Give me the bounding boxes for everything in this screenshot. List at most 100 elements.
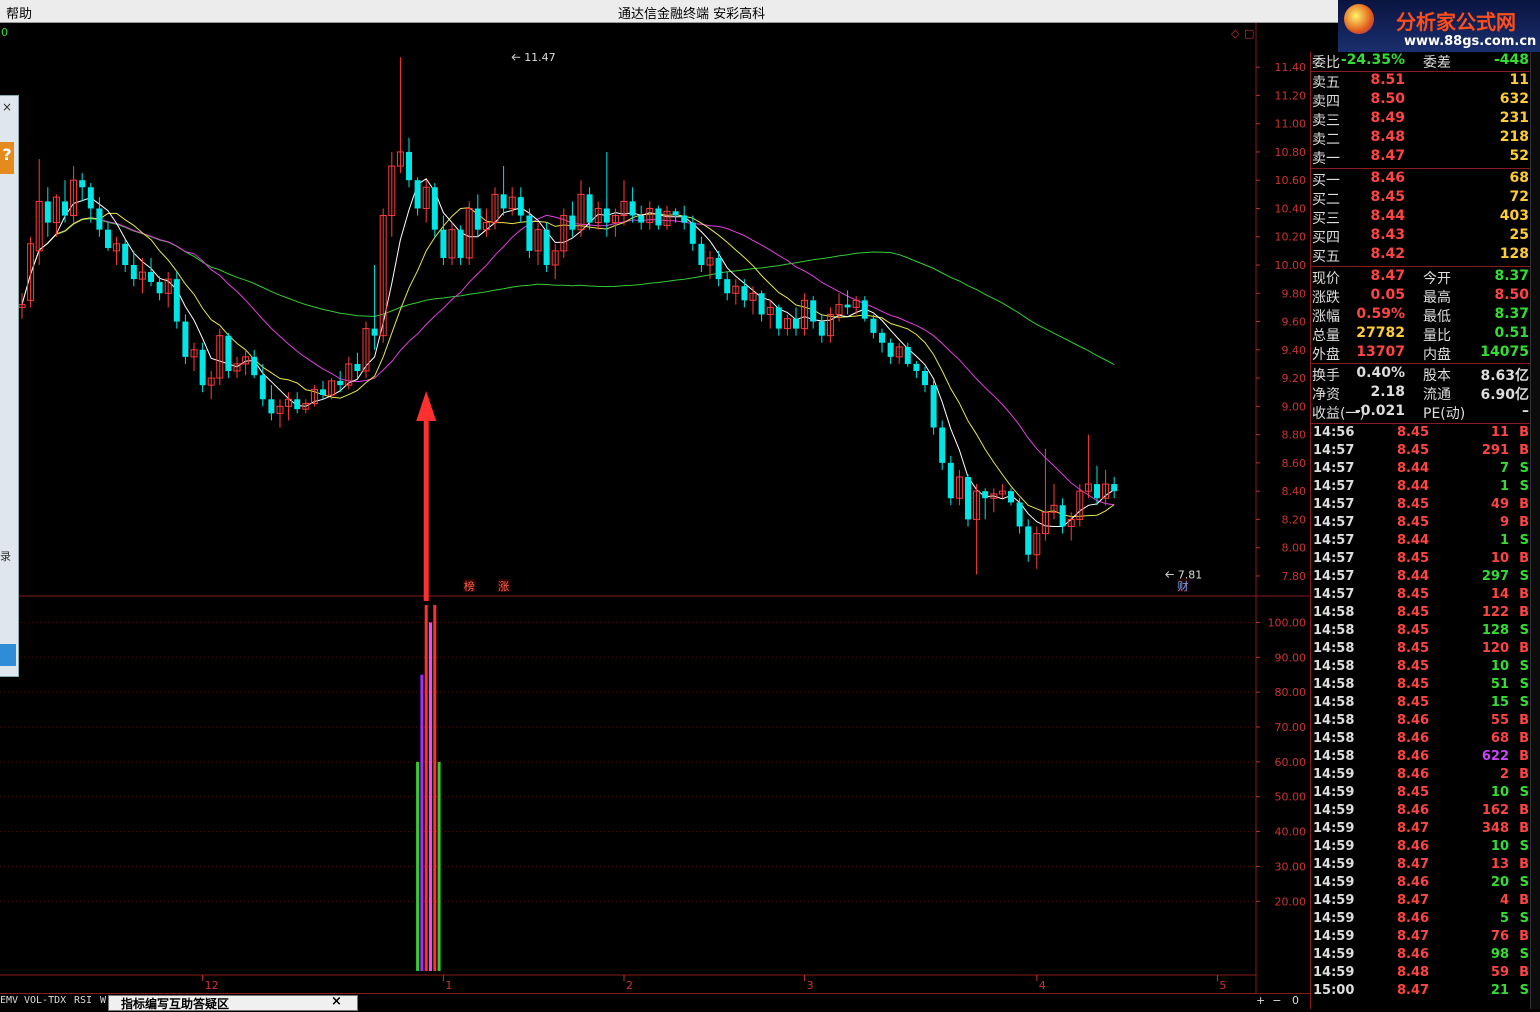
candle-body-down <box>474 208 481 230</box>
candle-body-down <box>457 229 464 258</box>
tab-vol-tdx[interactable]: VOL-TDX <box>24 995 66 1006</box>
sub-y-tick-label: 40.00 <box>1275 826 1307 839</box>
trade-row: 14:58 8.45 15 S <box>1311 695 1531 713</box>
trade-direction: S <box>1519 623 1529 638</box>
trade-price: 8.46 <box>1397 947 1430 962</box>
candle-body-down <box>1025 526 1032 555</box>
signal-arrow-head <box>416 391 437 421</box>
trade-volume: 297 <box>1481 569 1509 584</box>
candle-body-down <box>414 180 421 209</box>
sub-y-tick-label: 60.00 <box>1275 756 1307 769</box>
trade-time: 14:59 <box>1313 839 1355 854</box>
stat-label: 涨幅 <box>1312 309 1340 325</box>
menu-help[interactable]: 帮助 <box>6 3 32 22</box>
tab-emv[interactable]: EMV <box>0 995 18 1006</box>
candle-body-down <box>904 346 911 364</box>
left-floating-panel[interactable]: × ? 录 <box>0 95 19 677</box>
ask-price: 8.48 <box>1370 129 1405 145</box>
y-tick-label: 10.00 <box>1275 259 1307 272</box>
stat-value: 8.37 <box>1494 268 1529 284</box>
trade-volume: 1 <box>1499 533 1509 548</box>
ask-label: 卖二 <box>1312 132 1340 148</box>
quote-panel: 委比 -24.35% 委差 -448 卖五 8.51 11 卖四 8.50 632 卖三 8.49 23… <box>1310 52 1531 1009</box>
candle-body-down <box>861 300 868 319</box>
trade-row: 14:57 8.44 1 S <box>1311 533 1531 551</box>
logo-brand: 分析家公式网 <box>1396 10 1516 34</box>
trade-row: 14:59 8.46 5 S <box>1311 911 1531 929</box>
bid-label: 买二 <box>1312 192 1340 208</box>
trade-volume: 21 <box>1490 983 1509 998</box>
trade-price: 8.45 <box>1397 695 1430 710</box>
tab-rsi[interactable]: RSI <box>74 995 92 1006</box>
trade-volume: 7 <box>1499 461 1509 476</box>
ask-price: 8.49 <box>1370 110 1405 126</box>
trade-time: 14:59 <box>1313 893 1355 908</box>
trade-time: 14:59 <box>1313 875 1355 890</box>
trade-price: 8.45 <box>1397 497 1430 512</box>
ask-row: 卖五 8.51 11 <box>1311 72 1531 91</box>
candle-body-down <box>586 194 593 223</box>
bid-volume: 72 <box>1509 189 1529 205</box>
trade-row: 14:59 8.46 10 S <box>1311 839 1531 857</box>
ask-row: 卖三 8.49 231 <box>1311 110 1531 129</box>
trade-row: 14:57 8.45 291 B <box>1311 443 1531 461</box>
help-forum-title: 指标编写互助答疑区 <box>121 997 230 1011</box>
sub-y-tick-label: 80.00 <box>1275 686 1307 699</box>
right-scroll-strip[interactable] <box>1530 52 1540 1009</box>
zoom-out-button[interactable]: − <box>1272 994 1281 1007</box>
trade-time: 14:57 <box>1313 533 1355 548</box>
trade-volume: 122 <box>1481 605 1509 620</box>
sub-y-tick-label: 90.00 <box>1275 651 1307 664</box>
stat-value: 6.90亿 <box>1480 387 1529 403</box>
candle-body-down <box>440 229 447 258</box>
y-tick-label: 10.60 <box>1275 174 1307 187</box>
trade-row: 14:57 8.45 49 B <box>1311 497 1531 515</box>
trade-time: 14:56 <box>1313 425 1355 440</box>
trade-time: 14:59 <box>1313 947 1355 962</box>
stat-label: 总量 <box>1312 328 1340 344</box>
stat-row: 收益(一) -0.021 PE(动) – <box>1311 403 1531 422</box>
trade-direction: B <box>1519 731 1529 746</box>
candle-body-down <box>982 491 989 499</box>
kline-chart[interactable]: 11.40 11.20 11.00 10.80 10.60 10.40 10.20 10.00… <box>0 23 1310 993</box>
stat-value: 8.50 <box>1494 287 1529 303</box>
close-icon[interactable]: × <box>331 994 342 1009</box>
zoom-in-button[interactable]: + <box>1256 994 1265 1007</box>
close-icon[interactable]: × <box>2 100 12 114</box>
candle-body-down <box>793 318 799 329</box>
trade-volume: 49 <box>1490 497 1509 512</box>
help-question-icon[interactable]: ? <box>0 142 14 174</box>
ask-price: 8.47 <box>1370 148 1405 164</box>
candle-body-down <box>758 293 765 315</box>
candle-body-down <box>79 180 86 188</box>
panel-dropdown-button[interactable] <box>0 644 16 666</box>
separator <box>1311 266 1531 267</box>
trade-direction: B <box>1519 425 1529 440</box>
y-tick-label: 7.80 <box>1282 570 1307 583</box>
trade-volume: 128 <box>1481 623 1509 638</box>
trade-price: 8.44 <box>1397 569 1430 584</box>
trade-row: 14:58 8.45 122 B <box>1311 605 1531 623</box>
trade-row: 14:59 8.46 98 S <box>1311 947 1531 965</box>
bid-row: 买三 8.44 403 <box>1311 208 1531 227</box>
stat-row: 涨跌 0.05 最高 8.50 <box>1311 287 1531 306</box>
bid-row: 买二 8.45 72 <box>1311 189 1531 208</box>
ask-row: 卖一 8.47 52 <box>1311 148 1531 167</box>
y-tick-label: 8.20 <box>1282 513 1307 526</box>
chart-corner-value: 0 <box>1 26 8 39</box>
stat-label: 内盘 <box>1423 347 1451 363</box>
trade-row: 14:58 8.46 55 B <box>1311 713 1531 731</box>
bid-ask-diff-label: 委差 <box>1423 55 1451 71</box>
candle-body-down <box>724 279 731 294</box>
bid-row: 买一 8.46 68 <box>1311 170 1531 189</box>
tab-w[interactable]: W <box>100 995 106 1006</box>
trade-volume: 10 <box>1490 839 1509 854</box>
bid-ask-ratio-label: 委比 <box>1312 55 1340 71</box>
trade-direction: S <box>1519 677 1529 692</box>
trade-direction: B <box>1519 965 1529 980</box>
candle-body-down <box>517 197 524 216</box>
candle-body-down <box>130 265 137 280</box>
stat-value: 2.18 <box>1370 384 1405 400</box>
trade-row: 14:59 8.46 2 B <box>1311 767 1531 785</box>
stat-label: 净资 <box>1312 387 1340 403</box>
